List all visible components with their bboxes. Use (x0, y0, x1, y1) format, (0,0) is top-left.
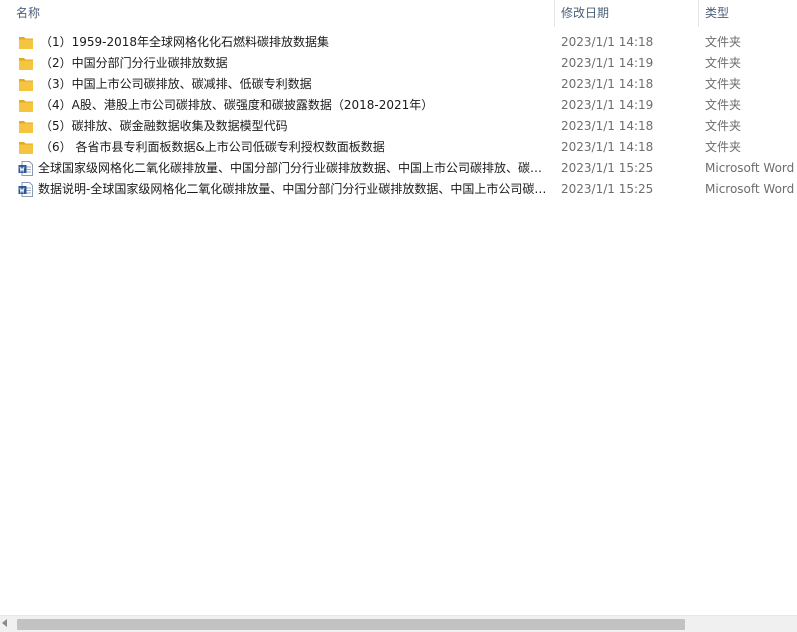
file-date: 2023/1/1 14:18 (561, 77, 654, 91)
file-name: （2）中国分部门分行业碳排放数据 (40, 56, 228, 70)
file-name: （3）中国上市公司碳排放、碳减排、低碳专利数据 (40, 77, 312, 91)
file-name: （4）A股、港股上市公司碳排放、碳强度和碳披露数据（2018-2021年） (40, 98, 434, 112)
file-date: 2023/1/1 14:18 (561, 35, 654, 49)
column-header-date-label: 修改日期 (561, 6, 610, 20)
file-type: 文件夹 (705, 98, 742, 112)
folder-icon (19, 100, 33, 112)
file-type: Microsoft Word (705, 182, 795, 196)
file-row[interactable]: （3）中国上市公司碳排放、碳减排、低碳专利数据 2023/1/1 14:18 文… (0, 74, 797, 95)
file-name: （5）碳排放、碳金融数据收集及数据模型代码 (40, 119, 288, 133)
file-date: 2023/1/1 15:25 (561, 182, 654, 196)
file-row[interactable]: （4）A股、港股上市公司碳排放、碳强度和碳披露数据（2018-2021年） 20… (0, 95, 797, 116)
file-date: 2023/1/1 14:19 (561, 56, 654, 70)
file-type: 文件夹 (705, 77, 742, 91)
file-row[interactable]: （5）碳排放、碳金融数据收集及数据模型代码 2023/1/1 14:18 文件夹 (0, 116, 797, 137)
file-row[interactable]: 全球国家级网格化二氧化碳排放量、中国分部门分行业碳排放数据、中国上市公司碳排放、… (0, 158, 797, 179)
folder-icon (19, 58, 33, 70)
file-name: 数据说明-全球国家级网格化二氧化碳排放量、中国分部门分行业碳排放数据、中国上市公… (38, 182, 547, 196)
file-name: 全球国家级网格化二氧化碳排放量、中国分部门分行业碳排放数据、中国上市公司碳排放、… (38, 161, 543, 175)
file-row[interactable]: （2）中国分部门分行业碳排放数据 2023/1/1 14:19 文件夹 (0, 53, 797, 74)
file-date: 2023/1/1 14:19 (561, 98, 654, 112)
column-header-type-label: 类型 (705, 6, 730, 20)
sort-ascending-icon: ⌃ (277, 0, 286, 8)
file-row[interactable]: （6） 各省市县专利面板数据&上市公司低碳专利授权数面板数据 2023/1/1 … (0, 137, 797, 158)
file-type: Microsoft Word (705, 161, 795, 175)
file-date: 2023/1/1 15:25 (561, 161, 654, 175)
file-type: 文件夹 (705, 35, 742, 49)
horizontal-scrollbar[interactable] (0, 615, 797, 632)
column-header-bar: 名称 ⌃ 修改日期 类型 (0, 0, 797, 27)
file-row[interactable]: 数据说明-全球国家级网格化二氧化碳排放量、中国分部门分行业碳排放数据、中国上市公… (0, 179, 797, 200)
file-name: （6） 各省市县专利面板数据&上市公司低碳专利授权数面板数据 (40, 140, 385, 154)
folder-icon (19, 79, 33, 91)
folder-icon (19, 37, 33, 49)
file-list: （1）1959-2018年全球网格化化石燃料碳排放数据集 2023/1/1 14… (0, 32, 797, 200)
column-header-date[interactable]: 修改日期 (554, 0, 698, 27)
scrollbar-thumb[interactable] (17, 619, 685, 630)
folder-icon (19, 121, 33, 133)
word-doc-icon (18, 161, 33, 176)
word-doc-icon (18, 182, 33, 197)
file-type: 文件夹 (705, 56, 742, 70)
file-date: 2023/1/1 14:18 (561, 140, 654, 154)
column-header-type[interactable]: 类型 (698, 0, 797, 27)
file-type: 文件夹 (705, 119, 742, 133)
file-name: （1）1959-2018年全球网格化化石燃料碳排放数据集 (40, 35, 330, 49)
file-row[interactable]: （1）1959-2018年全球网格化化石燃料碳排放数据集 2023/1/1 14… (0, 32, 797, 53)
column-header-name-label: 名称 (16, 6, 41, 20)
file-date: 2023/1/1 14:18 (561, 119, 654, 133)
file-type: 文件夹 (705, 140, 742, 154)
scroll-left-icon[interactable] (2, 619, 7, 627)
folder-icon (19, 142, 33, 154)
